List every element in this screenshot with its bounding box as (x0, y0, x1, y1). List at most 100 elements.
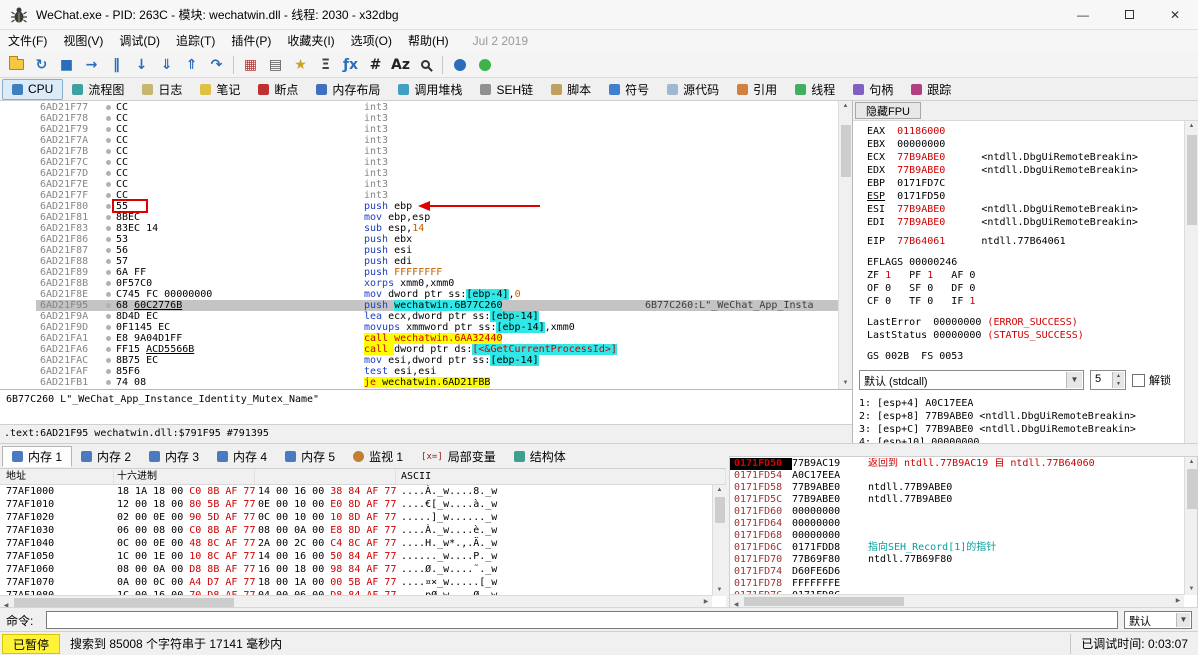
breakpoint-dot[interactable] (100, 366, 116, 377)
disasm-row[interactable]: 6AD21F88 57 push edi (0, 256, 838, 267)
breakpoint-dot[interactable] (100, 146, 116, 157)
disassembly-vertical-scrollbar[interactable]: ▲ ▼ (838, 101, 852, 389)
argument-line[interactable]: 1: [esp+4] A0C17EEA (859, 397, 1182, 410)
scroll-up-icon[interactable]: ▲ (1185, 121, 1198, 132)
execute-till-return-icon[interactable]: ⇑ (179, 54, 204, 76)
disasm-row[interactable]: 6AD21F77 CC int3 (0, 102, 838, 113)
register-line[interactable]: EDX 77B9ABE0 <ntdll.DbgUiRemoteBreakin> (867, 164, 1182, 177)
scrollbar-thumb[interactable] (715, 497, 725, 523)
calling-convention-select[interactable]: 默认 (stdcall) ▼ (859, 370, 1084, 390)
menu-item-0[interactable]: 文件(F) (0, 30, 55, 52)
breakpoint-dot[interactable] (100, 333, 116, 344)
dump-row[interactable]: 77AF1070 0A 00 0C 00 A4 D7 AF 77 18 00 1A … (0, 576, 712, 589)
tab-handles[interactable]: 句柄 (844, 79, 902, 100)
register-line[interactable]: EBX 00000000 (867, 138, 1182, 151)
menu-item-2[interactable]: 调试(D) (111, 30, 168, 52)
menu-item-3[interactable]: 追踪(T) (168, 30, 223, 52)
disasm-row[interactable]: 6AD21F7C CC int3 (0, 157, 838, 168)
stack-row[interactable]: 0171FD74 D60FE6D6 (730, 566, 1185, 578)
scroll-down-icon[interactable]: ▼ (713, 585, 726, 596)
breakpoint-dot[interactable] (100, 311, 116, 322)
disasm-row[interactable]: 6AD21F7D CC int3 (0, 168, 838, 179)
stack-row[interactable]: 0171FD50 77B9AC19 返回到 ntdll.77B9AC19 自 ntd… (730, 458, 1185, 470)
register-line[interactable]: ESI 77B9ABE0 <ntdll.DbgUiRemoteBreakin> (867, 203, 1182, 216)
pause-icon[interactable]: ‖ (104, 54, 129, 76)
register-line[interactable]: CF 0 TF 0 IF 1 (867, 295, 1182, 308)
stop-icon[interactable]: ■ (54, 54, 79, 76)
breakpoint-dot[interactable] (100, 124, 116, 135)
help-icon[interactable] (447, 54, 472, 76)
stack-row[interactable]: 0171FD5C 77B9ABE0 ntdll.77B9ABE0 (730, 494, 1185, 506)
breakpoint-dot[interactable] (100, 289, 116, 300)
scroll-right-icon[interactable]: ▶ (1172, 595, 1184, 607)
tab-dump-4[interactable]: 内存 4 (208, 446, 276, 467)
command-input[interactable] (46, 611, 1118, 629)
breakpoint-dot[interactable] (100, 322, 116, 333)
menu-item-4[interactable]: 插件(P) (223, 30, 279, 52)
tab-graph[interactable]: 流程图 (63, 79, 133, 100)
breakpoint-dot[interactable] (100, 157, 116, 168)
breakpoint-dot[interactable] (100, 113, 116, 124)
tab-struct[interactable]: 结构体 (505, 446, 575, 467)
unlock-checkbox[interactable]: 解锁 (1132, 372, 1171, 388)
scrollbar-thumb[interactable] (1187, 469, 1197, 509)
breakpoint-dot[interactable] (100, 135, 116, 146)
menu-item-1[interactable]: 视图(V) (55, 30, 111, 52)
calculator-icon[interactable]: ƒx (338, 54, 363, 76)
tab-source[interactable]: 源代码 (658, 79, 728, 100)
tab-script[interactable]: 脚本 (542, 79, 600, 100)
register-line[interactable]: LastError 00000000 (ERROR_SUCCESS) (867, 316, 1182, 329)
patches-icon[interactable]: ▦ (238, 54, 263, 76)
tab-log[interactable]: 日志 (133, 79, 191, 100)
scrollbar-thumb[interactable] (841, 125, 851, 177)
disasm-row[interactable]: 6AD21F7A CC int3 (0, 135, 838, 146)
disasm-row[interactable]: 6AD21FB1 74 08 je wechatwin.6AD21FBB (0, 377, 838, 388)
disasm-row[interactable]: 6AD21F9D 0F1145 EC movups xmmword ptr ss:[… (0, 322, 838, 333)
step-over-icon[interactable]: ⇓ (154, 54, 179, 76)
stack-row[interactable]: 0171FD6C 0171FDD8 指向SEH_Record[1]的指针 (730, 542, 1185, 554)
register-line[interactable]: ZF 1 PF 1 AF 0 (867, 269, 1182, 282)
breakpoint-dot[interactable] (100, 267, 116, 278)
registers-vertical-scrollbar[interactable]: ▲ ▼ (1184, 121, 1198, 455)
stack-row[interactable]: 0171FD58 77B9ABE0 ntdll.77B9ABE0 (730, 482, 1185, 494)
disasm-row[interactable]: 6AD21F79 CC int3 (0, 124, 838, 135)
dump-row[interactable]: 77AF1060 08 00 0A 00 D8 8B AF 77 16 00 18 … (0, 563, 712, 576)
tab-dump-2[interactable]: 内存 2 (72, 446, 140, 467)
register-line[interactable]: EBP 0171FD7C (867, 177, 1182, 190)
stack-row[interactable]: 0171FD68 00000000 (730, 530, 1185, 542)
register-line[interactable]: GS 002B FS 0053 (867, 350, 1182, 363)
register-line[interactable]: OF 0 SF 0 DF 0 (867, 282, 1182, 295)
disasm-row[interactable]: 6AD21FAC 8B75 EC mov esi,dword ptr ss:[ebp… (0, 355, 838, 366)
maximize-button[interactable] (1106, 0, 1152, 30)
disassembly-panel[interactable]: 6AD21F77 CC int3 6AD21F78 CC int3 6AD21F79 CC in… (0, 101, 852, 389)
disasm-row[interactable]: 6AD21F78 CC int3 (0, 113, 838, 124)
breakpoint-dot[interactable] (100, 212, 116, 223)
disasm-row[interactable]: 6AD21F7E CC int3 (0, 179, 838, 190)
disasm-row[interactable]: 6AD21F81 8BEC mov ebp,esp (0, 212, 838, 223)
disasm-row[interactable]: 6AD21F8B 0F57C0 xorps xmm0,xmm0 (0, 278, 838, 289)
register-line[interactable]: EDI 77B9ABE0 <ntdll.DbgUiRemoteBreakin> (867, 216, 1182, 229)
tab-seh[interactable]: SEH链 (471, 79, 542, 100)
stack-horizontal-scrollbar[interactable]: ◀ ▶ (730, 594, 1184, 607)
breakpoint-dot[interactable] (100, 179, 116, 190)
dump-row[interactable]: 77AF1050 1C 00 1E 00 10 8C AF 77 14 00 16 … (0, 550, 712, 563)
breakpoint-hash-icon[interactable]: # (363, 54, 388, 76)
argument-line[interactable]: 2: [esp+8] 77B9ABE0 <ntdll.DbgUiRemoteBr… (859, 410, 1182, 423)
strings-search-icon[interactable]: Az (388, 54, 413, 76)
register-line[interactable]: EIP 77B64061 ntdll.77B64061 (867, 235, 1182, 248)
tab-symbols[interactable]: 符号 (600, 79, 658, 100)
close-button[interactable]: ✕ (1152, 0, 1198, 30)
breakpoint-dot[interactable] (100, 355, 116, 366)
menu-item-5[interactable]: 收藏夹(I) (279, 30, 342, 52)
scroll-up-icon[interactable]: ▲ (1185, 457, 1197, 468)
pattern-find-icon[interactable] (413, 54, 438, 76)
register-line[interactable]: EFLAGS 00000246 (867, 256, 1182, 269)
dump-vertical-scrollbar[interactable]: ▲ ▼ (712, 485, 726, 596)
dump-row[interactable]: 77AF1030 06 00 08 00 C0 8B AF 77 08 00 0A … (0, 524, 712, 537)
stack-row[interactable]: 0171FD54 A0C17EEA (730, 470, 1185, 482)
tab-dump-1[interactable]: 内存 1 (2, 446, 73, 467)
breakpoint-dot[interactable] (100, 168, 116, 179)
disasm-row[interactable]: 6AD21F89 6A FF push FFFFFFFF (0, 267, 838, 278)
tab-cpu[interactable]: CPU (2, 78, 64, 100)
tab-dump-3[interactable]: 内存 3 (140, 446, 208, 467)
